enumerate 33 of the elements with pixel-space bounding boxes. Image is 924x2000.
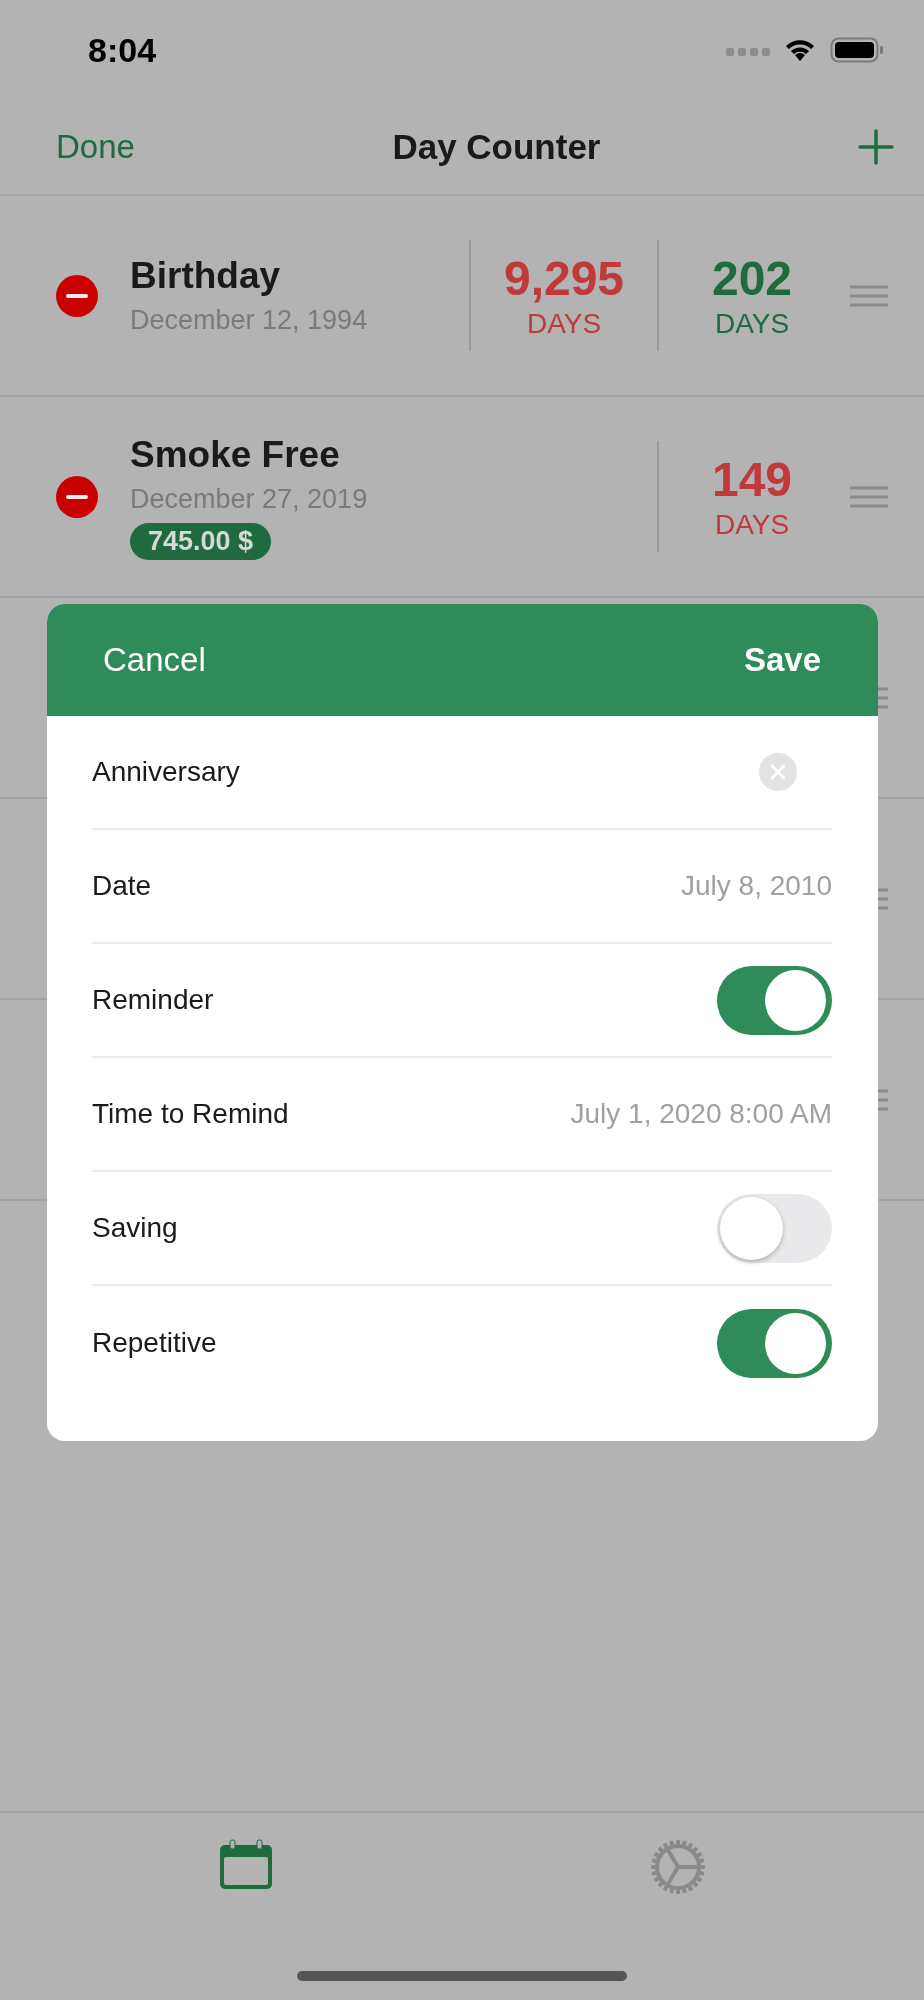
day-count: 149	[711, 452, 793, 507]
field-label: Time to Remind	[92, 1098, 289, 1130]
field-label: Reminder	[92, 984, 214, 1016]
delete-icon[interactable]	[55, 474, 99, 519]
reorder-icon[interactable]	[848, 484, 890, 509]
savings-badge: 745.00 $	[130, 522, 272, 560]
wifi-icon	[784, 38, 816, 62]
add-icon[interactable]	[858, 129, 894, 165]
event-name: Birthday	[130, 255, 281, 297]
cancel-button[interactable]: Cancel	[103, 641, 206, 679]
reorder-icon[interactable]	[848, 283, 890, 308]
days-label: DAYS	[526, 308, 602, 340]
delete-icon[interactable]	[55, 273, 99, 318]
event-name: Smoke Free	[130, 433, 340, 476]
name-field[interactable]: Anniversary	[92, 756, 759, 788]
field-label: Repetitive	[92, 1327, 217, 1359]
days-label: DAYS	[714, 509, 790, 541]
day-count: 9,295	[503, 251, 625, 306]
calendar-icon[interactable]	[218, 1839, 274, 1891]
days-label: DAYS	[714, 308, 790, 340]
field-label: Saving	[92, 1212, 178, 1244]
status-time: 8:04	[88, 30, 157, 70]
battery-icon	[830, 37, 884, 63]
event-date: December 27, 2019	[130, 483, 368, 515]
field-value[interactable]: July 8, 2010	[681, 870, 832, 902]
screen-title: Day Counter	[392, 127, 601, 167]
save-button[interactable]: Save	[743, 641, 821, 679]
field-label: Date	[92, 870, 152, 902]
settings-icon[interactable]	[650, 1839, 706, 1895]
field-value[interactable]: July 1, 2020 8:00 AM	[570, 1098, 832, 1130]
done-button[interactable]: Done	[56, 128, 135, 166]
event-date: December 12, 1994	[130, 305, 368, 336]
day-count: 202	[711, 251, 793, 306]
